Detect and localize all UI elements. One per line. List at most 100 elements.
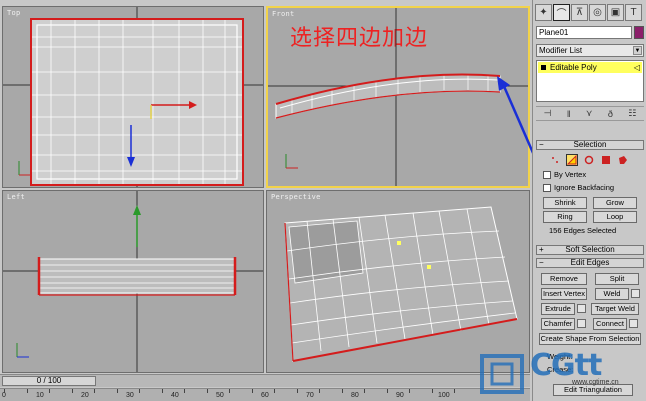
ruler-tick	[161, 389, 163, 393]
ruler-tick	[49, 389, 50, 393]
ruler-tick	[206, 389, 208, 393]
by-vertex-checkbox[interactable]	[543, 171, 551, 179]
ruler-tick	[71, 389, 73, 393]
time-slider-handle[interactable]: 0 / 100	[2, 376, 96, 386]
remove-modifier-icon[interactable]: ð	[608, 109, 613, 119]
pin-icon[interactable]: ◁	[634, 62, 640, 73]
ruler-label: 80	[351, 392, 359, 399]
soft-selection-rollout-header[interactable]: + Soft Selection	[536, 245, 644, 255]
grow-button[interactable]: Grow	[593, 197, 637, 209]
loop-button[interactable]: Loop	[593, 211, 637, 223]
command-panel-tabs: ✦ ⌒ ⊼ ◎ ▣ T	[535, 4, 642, 21]
ruler-label: 60	[261, 392, 269, 399]
subobject-level-icons	[549, 154, 629, 166]
ruler-tick	[94, 389, 95, 393]
stack-item-label: Editable Poly	[550, 63, 597, 72]
ruler-tick	[4, 389, 5, 393]
object-name-field[interactable]: Plane01	[536, 26, 632, 39]
shrink-button[interactable]: Shrink	[543, 197, 587, 209]
viewport-left[interactable]: Left	[2, 190, 264, 373]
edit-edges-rollout-header[interactable]: − Edit Edges	[536, 258, 644, 268]
create-shape-button[interactable]: Create Shape From Selection	[539, 333, 641, 345]
selection-status: 156 Edges Selected	[549, 226, 617, 235]
viewport-top[interactable]: Top	[2, 6, 264, 188]
utilities-icon[interactable]: T	[625, 4, 642, 21]
ring-button[interactable]: Ring	[543, 211, 587, 223]
weld-button[interactable]: Weld	[595, 288, 629, 300]
connect-button[interactable]: Connect	[593, 318, 627, 330]
polygon-icon[interactable]	[600, 154, 612, 166]
target-weld-button[interactable]: Target Weld	[591, 303, 639, 315]
pin-stack-icon[interactable]: ⊣	[544, 108, 552, 119]
weld-settings-button[interactable]	[631, 289, 640, 298]
extrude-settings-button[interactable]	[577, 304, 586, 313]
ruler-tick	[251, 389, 253, 393]
ruler-tick	[386, 389, 388, 393]
top-view-mesh	[3, 7, 263, 187]
ruler-tick	[184, 389, 185, 393]
ruler-tick	[26, 389, 28, 393]
ruler-tick	[139, 389, 140, 393]
ignore-backfacing-checkbox[interactable]	[543, 184, 551, 192]
front-view-mesh	[268, 8, 528, 186]
edge-icon[interactable]	[566, 154, 578, 166]
ruler-tick	[116, 389, 118, 393]
watermark-url: www.cgtime.cn	[572, 379, 619, 386]
ruler-tick	[454, 389, 455, 393]
ruler-label: 30	[126, 392, 134, 399]
ruler-label: 70	[306, 392, 314, 399]
ruler-label: 50	[216, 392, 224, 399]
viewport-front[interactable]: Front 选择四边加边	[266, 6, 530, 188]
ruler-tick	[319, 389, 320, 393]
timeline-ruler[interactable]: 0 10 20 30 40 50 60 70 80 90 100	[0, 388, 530, 401]
ignore-backfacing-label: Ignore Backfacing	[554, 183, 615, 192]
ruler-label: 100	[438, 392, 450, 399]
selection-rollout-header[interactable]: − Selection	[536, 140, 644, 150]
by-vertex-label: By Vertex	[554, 170, 587, 179]
expand-icon[interactable]	[541, 65, 546, 70]
create-icon[interactable]: ✦	[535, 4, 552, 21]
make-unique-icon[interactable]: ⋎	[586, 108, 593, 119]
stack-item-editable-poly[interactable]: Editable Poly ◁	[538, 62, 642, 73]
command-panel: ✦ ⌒ ⊼ ◎ ▣ T Plane01 Modifier List ▼ Edit…	[532, 0, 646, 401]
modify-icon[interactable]: ⌒	[553, 4, 570, 21]
chamfer-settings-button[interactable]	[577, 319, 586, 328]
ruler-label: 20	[81, 392, 89, 399]
ruler-tick	[274, 389, 275, 393]
modifier-list-label: Modifier List	[539, 46, 583, 55]
configure-sets-icon[interactable]: ☷	[628, 108, 636, 119]
remove-button[interactable]: Remove	[541, 273, 587, 285]
ruler-label: 10	[36, 392, 44, 399]
watermark-logo-icon	[480, 354, 524, 394]
motion-icon[interactable]: ◎	[589, 4, 606, 21]
insert-vertex-button[interactable]: Insert Vertex	[541, 288, 587, 300]
hierarchy-icon[interactable]: ⊼	[571, 4, 588, 21]
ruler-tick	[229, 389, 230, 393]
object-color-swatch[interactable]	[634, 26, 644, 39]
modifier-list-dropdown[interactable]: Modifier List ▼	[536, 44, 644, 57]
stack-toolbar: ⊣ ‖ ⋎ ð ☷	[536, 106, 644, 121]
element-icon[interactable]	[617, 154, 629, 166]
watermark-text: CGtt	[530, 348, 602, 383]
extrude-button[interactable]: Extrude	[541, 303, 575, 315]
display-icon[interactable]: ▣	[607, 4, 624, 21]
ruler-label: 40	[171, 392, 179, 399]
ruler-tick	[431, 389, 433, 393]
ruler-label: 0	[2, 392, 6, 399]
ruler-tick	[341, 389, 343, 393]
border-icon[interactable]	[583, 154, 595, 166]
ruler-tick	[296, 389, 298, 393]
ruler-label: 90	[396, 392, 404, 399]
ruler-tick	[364, 389, 365, 393]
watermark: CGtt www.cgtime.cn	[474, 346, 646, 401]
chamfer-button[interactable]: Chamfer	[541, 318, 575, 330]
show-end-result-icon[interactable]: ‖	[567, 109, 571, 119]
chevron-down-icon: ▼	[633, 46, 642, 55]
ruler-tick	[409, 389, 410, 393]
modifier-stack: Editable Poly ◁	[536, 60, 644, 102]
split-button[interactable]: Split	[595, 273, 639, 285]
left-view-mesh	[3, 191, 263, 372]
vertex-icon[interactable]	[549, 154, 561, 166]
connect-settings-button[interactable]	[629, 319, 638, 328]
time-slider[interactable]: 0 / 100	[0, 374, 530, 387]
